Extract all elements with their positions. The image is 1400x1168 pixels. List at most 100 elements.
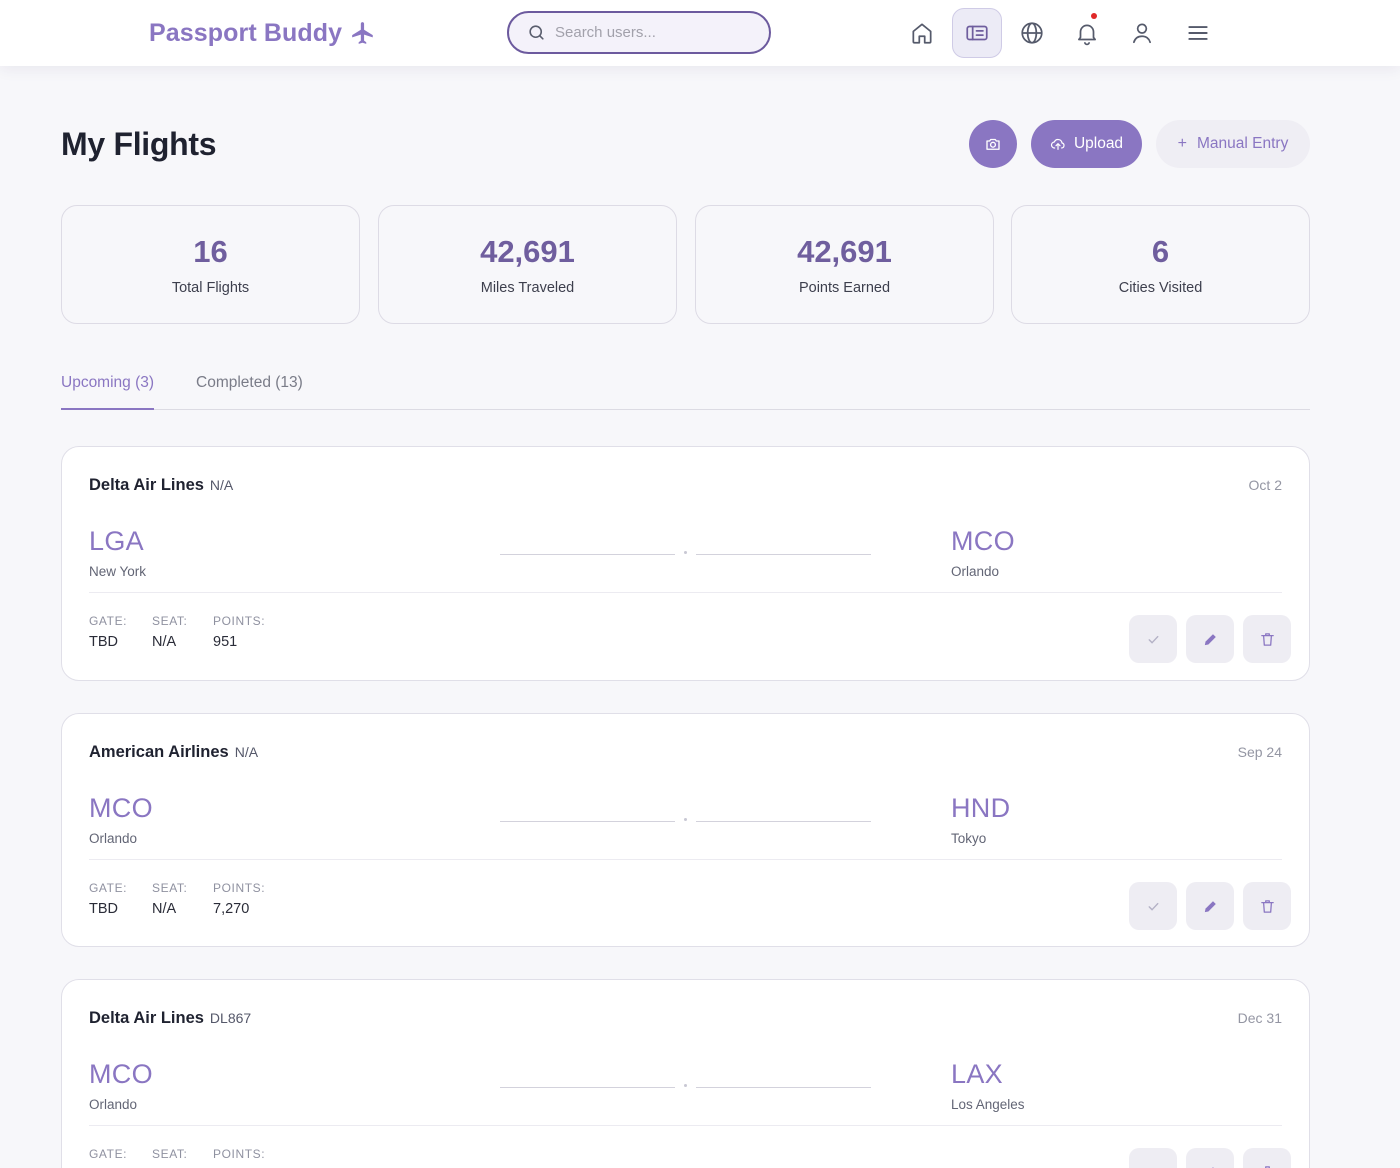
stat-label: Miles Traveled [480,280,575,296]
stat-card-total-flights: 16 Total Flights [61,205,360,324]
airplane-icon [352,22,373,44]
divider [89,592,1282,593]
airline-name: Delta Air Lines [89,476,204,494]
user-icon [1133,23,1151,44]
edit-flight-button[interactable] [1186,615,1234,663]
trash-icon [1260,632,1274,646]
menu-icon [1188,26,1208,40]
cloud-upload-icon [1050,138,1065,150]
nav-home[interactable] [897,8,947,58]
flight-number: N/A [234,744,259,760]
flight-card[interactable]: American Airlines N/A Sep 24 MCO Orlando … [61,713,1310,947]
stat-value: 16 [193,234,228,269]
origin-code: MCO [89,793,153,823]
stat-card-cities-visited: 6 Cities Visited [1011,205,1310,324]
search-bar [507,11,771,54]
gate-label: GATE: [89,881,128,895]
flight-number: N/A [209,477,234,493]
airline-name: Delta Air Lines [89,1009,204,1027]
flight-card[interactable]: Delta Air Lines N/A Oct 2 LGA New York MC… [61,446,1310,681]
points-label: POINTS: [213,1147,266,1161]
complete-flight-button[interactable] [1129,615,1177,663]
search-input[interactable] [555,24,745,41]
edit-flight-button[interactable] [1186,1148,1234,1168]
route-line [696,821,871,822]
destination-code: MCO [951,526,1015,556]
seat-label: SEAT: [152,614,188,628]
flight-date: Oct 2 [1248,477,1282,493]
tab-completed[interactable]: Completed (13) [196,374,303,410]
delete-flight-button[interactable] [1243,882,1291,930]
camera-icon [986,138,1000,150]
airline-heading: Delta Air Lines DL867 [89,1009,251,1028]
destination-city: Los Angeles [951,1097,1025,1112]
airline-heading: American Airlines N/A [89,743,258,762]
stat-card-miles-traveled: 42,691 Miles Traveled [378,205,677,324]
points-value: 951 [213,634,238,650]
manual-entry-button[interactable]: + Manual Entry [1156,120,1310,168]
nav-flights[interactable] [952,8,1002,58]
delete-flight-button[interactable] [1243,1148,1291,1168]
pencil-icon [1204,633,1216,645]
flight-card[interactable]: Delta Air Lines DL867 Dec 31 MCO Orlando … [61,979,1310,1168]
route-line [500,554,675,555]
gate-value: TBD [89,634,118,650]
stat-value: 42,691 [797,234,892,269]
route-line [500,1087,675,1088]
tab-upcoming[interactable]: Upcoming (3) [61,374,155,410]
nav-notifications[interactable] [1062,8,1112,58]
destination-city: Tokyo [951,831,987,846]
divider [89,1125,1282,1126]
home-icon [912,23,932,44]
notification-dot [1091,13,1097,19]
flight-tabs: Upcoming (3) Completed (13) [61,364,1310,410]
globe-icon [1021,22,1043,44]
destination-city: Orlando [951,564,1000,579]
route-dot [684,1084,687,1087]
upload-label: Upload [1073,135,1124,152]
nav-profile[interactable] [1117,8,1167,58]
seat-value: N/A [152,901,177,917]
points-label: POINTS: [213,614,266,628]
plus-icon: + [1177,135,1187,152]
trash-icon [1260,1165,1274,1168]
bell-icon [1078,24,1096,46]
check-icon [1148,902,1158,910]
airline-heading: Delta Air Lines N/A [89,476,233,495]
complete-flight-button[interactable] [1129,882,1177,930]
flight-number: DL867 [209,1010,252,1026]
delete-flight-button[interactable] [1243,615,1291,663]
route-line [696,554,871,555]
divider [89,859,1282,860]
origin-city: Orlando [89,831,138,846]
stat-card-points-earned: 42,691 Points Earned [695,205,994,324]
gate-value: TBD [89,901,118,917]
trash-icon [1260,899,1274,913]
seat-label: SEAT: [152,1147,188,1161]
brand-logo[interactable]: Passport Buddy [149,17,376,49]
points-value: 7,270 [213,901,250,917]
edit-flight-button[interactable] [1186,882,1234,930]
nav-globe[interactable] [1007,8,1057,58]
stat-label: Cities Visited [1118,280,1203,296]
points-label: POINTS: [213,881,266,895]
origin-code: MCO [89,1059,153,1089]
stat-label: Total Flights [171,280,250,296]
brand-name: Passport Buddy [149,18,343,47]
seat-label: SEAT: [152,881,188,895]
top-navigation-bar: Passport Buddy [0,0,1400,66]
destination-code: HND [951,793,1011,823]
nav-menu[interactable] [1173,8,1223,58]
manual-entry-label: Manual Entry [1197,135,1289,152]
route-line [696,1087,871,1088]
camera-button[interactable] [969,120,1017,168]
boarding-pass-icon [966,25,988,41]
route-dot [684,551,687,554]
gate-label: GATE: [89,1147,128,1161]
complete-flight-button[interactable] [1129,1148,1177,1168]
search-icon [529,25,544,40]
gate-label: GATE: [89,614,128,628]
upload-button[interactable]: Upload [1031,120,1142,168]
destination-code: LAX [951,1059,1003,1089]
route-line [500,821,675,822]
